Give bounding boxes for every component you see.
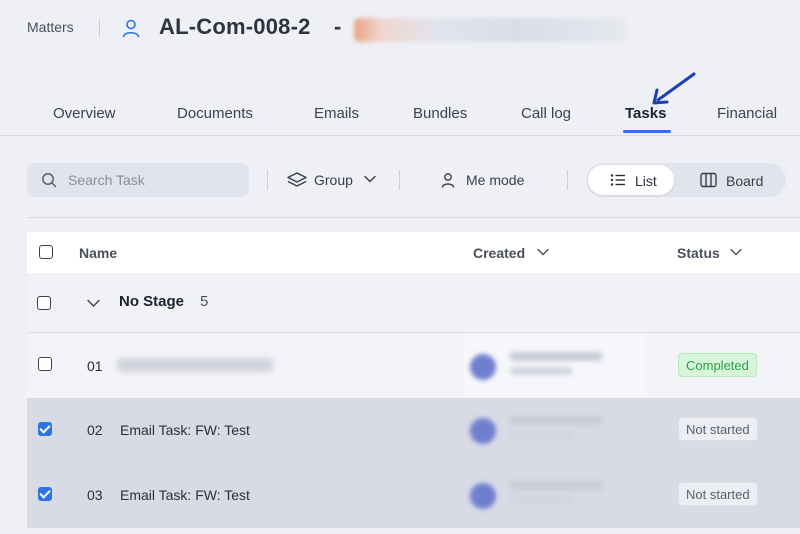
column-name[interactable]: Name	[79, 245, 117, 261]
table-header: Name Created Status	[27, 232, 800, 273]
toolbar-divider	[399, 170, 400, 190]
created-date-redacted	[510, 431, 572, 439]
tab-documents[interactable]: Documents	[177, 105, 253, 122]
avatar	[470, 418, 496, 444]
avatar	[470, 483, 496, 509]
row-number: 01	[87, 358, 103, 374]
me-mode-label: Me mode	[466, 172, 525, 188]
breadcrumb-matters[interactable]: Matters	[27, 19, 74, 35]
board-columns-icon	[700, 172, 717, 188]
view-toggle: List Board	[586, 163, 786, 197]
task-name[interactable]: Email Task: FW: Test	[120, 422, 250, 438]
column-created[interactable]: Created	[473, 245, 525, 261]
tab-overview[interactable]: Overview	[53, 105, 116, 122]
chevron-down-icon[interactable]	[730, 247, 742, 257]
task-name[interactable]: Email Task: FW: Test	[120, 487, 250, 503]
created-by-redacted	[510, 481, 602, 490]
view-list-button[interactable]: List	[588, 165, 674, 195]
created-by-redacted	[510, 416, 602, 425]
toolbar-divider	[567, 170, 568, 190]
layers-icon	[287, 172, 307, 187]
row-number: 03	[87, 487, 103, 503]
matter-title-redacted	[354, 18, 626, 42]
row-number: 02	[87, 422, 103, 438]
created-cell	[463, 334, 646, 398]
tab-call-log[interactable]: Call log	[521, 105, 571, 122]
group-row-no-stage[interactable]: No Stage 5	[27, 273, 800, 333]
search-input[interactable]	[68, 171, 238, 189]
tab-emails[interactable]: Emails	[314, 105, 359, 122]
status-badge: Completed	[678, 353, 757, 377]
person-icon	[441, 173, 455, 188]
table-row[interactable]: 03 Email Task: FW: Test Not started	[27, 463, 800, 528]
group-label: Group	[314, 172, 353, 188]
task-name-redacted	[117, 358, 273, 372]
group-count: 5	[200, 293, 209, 310]
status-badge: Not started	[678, 482, 758, 506]
matter-id: AL-Com-008-2	[159, 14, 311, 39]
group-title: No Stage	[119, 293, 185, 310]
created-date-redacted	[510, 367, 572, 375]
view-board-button[interactable]: Board	[686, 165, 784, 195]
view-board-label: Board	[726, 173, 764, 189]
select-all-checkbox[interactable]	[39, 245, 53, 259]
table-row[interactable]: 01 Completed	[27, 334, 800, 398]
matter-title-separator: -	[334, 14, 342, 39]
search-box[interactable]	[27, 163, 249, 197]
created-by-redacted	[510, 352, 602, 361]
row-checkbox[interactable]	[38, 487, 52, 501]
active-tab-indicator	[623, 130, 671, 133]
toolbar-divider	[267, 170, 268, 190]
avatar	[470, 354, 496, 380]
column-status[interactable]: Status	[677, 245, 720, 261]
user-icon	[122, 19, 140, 38]
table-row[interactable]: 02 Email Task: FW: Test Not started	[27, 398, 800, 463]
status-badge: Not started	[678, 417, 758, 441]
matter-tabs: Overview Documents Emails Bundles Call l…	[0, 92, 800, 136]
chevron-down-icon[interactable]	[87, 298, 100, 308]
chevron-down-icon[interactable]	[537, 247, 549, 257]
breadcrumb-divider	[99, 19, 100, 37]
group-checkbox[interactable]	[37, 296, 51, 310]
search-icon	[42, 173, 57, 188]
tab-bundles[interactable]: Bundles	[413, 105, 467, 122]
toolbar-divider-line	[27, 217, 800, 218]
tab-financial[interactable]: Financial	[717, 105, 777, 122]
chevron-down-icon	[364, 175, 376, 183]
row-checkbox[interactable]	[38, 357, 52, 371]
matter-header: Matters AL-Com-008-2 -	[0, 0, 800, 60]
tab-tasks[interactable]: Tasks	[625, 105, 666, 122]
list-icon	[610, 174, 625, 186]
view-list-label: List	[635, 173, 657, 189]
row-checkbox[interactable]	[38, 422, 52, 436]
created-date-redacted	[510, 496, 572, 504]
